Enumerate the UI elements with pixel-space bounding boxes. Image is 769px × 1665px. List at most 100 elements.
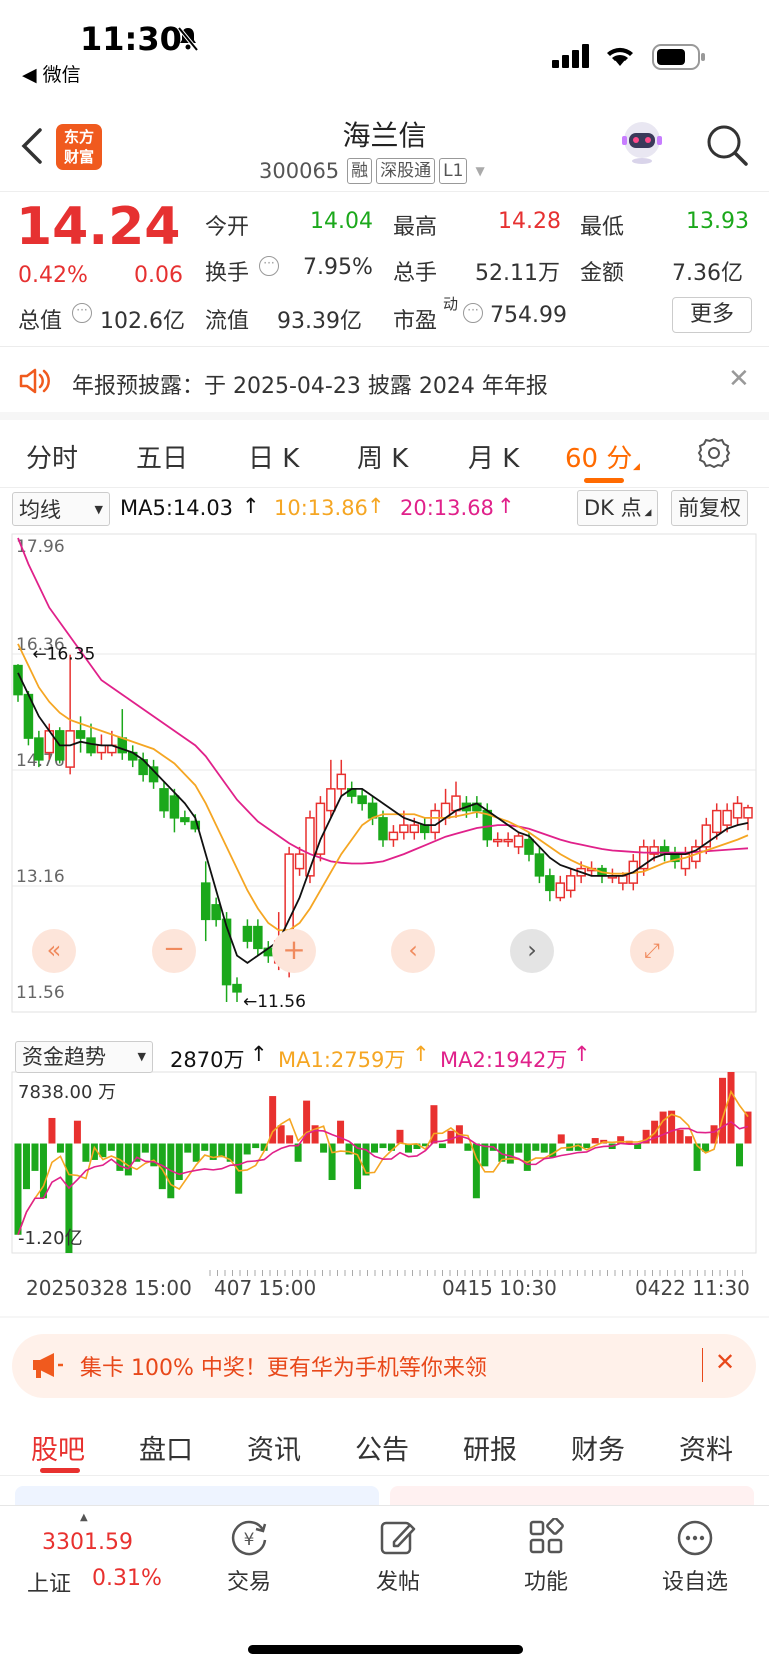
back-to-wechat[interactable]: ◀ 微信: [22, 60, 81, 87]
card-peek-right: [390, 1486, 754, 1506]
fund-bar: [201, 1143, 209, 1151]
zoom-in-icon[interactable]: +: [272, 929, 316, 973]
tab-profile[interactable]: 资料: [679, 1428, 733, 1467]
caret-down-icon[interactable]: ▼: [475, 164, 484, 178]
tab-research[interactable]: 研报: [463, 1428, 517, 1467]
up-arrow-icon: ↑: [367, 494, 385, 518]
candle-body: [232, 983, 242, 993]
open-label: 今开: [205, 215, 250, 240]
close-icon[interactable]: ✕: [715, 1348, 735, 1376]
scroll-left-icon[interactable]: ‹: [391, 929, 435, 973]
add-watchlist-button[interactable]: 设自选: [640, 1518, 750, 1596]
caret-up-icon[interactable]: ▲: [80, 1512, 88, 1523]
last-price: 14.24: [16, 197, 181, 257]
tag-connect: 深股通: [376, 158, 436, 184]
fund-top-label: 7838.00 万: [18, 1082, 117, 1103]
scroll-left-fast-icon[interactable]: «: [32, 929, 76, 973]
open-value: 14.04: [310, 209, 373, 234]
settings-gear-icon[interactable]: [697, 436, 731, 474]
turnover-label: 换手: [205, 261, 250, 286]
fund-bar: [82, 1143, 90, 1162]
fund-bar: [337, 1120, 345, 1144]
promo-banner[interactable]: 集卡 100% 中奖！更有华为手机等你来领 ✕: [12, 1334, 756, 1398]
candle-body: [75, 730, 86, 739]
dk-point-button[interactable]: DK 点 ◢: [577, 490, 659, 526]
tab-5day[interactable]: 五日: [136, 438, 188, 475]
candle-body: [451, 795, 461, 812]
candle-body: [711, 809, 722, 834]
ma5-legend: MA5:14.03: [120, 496, 234, 520]
index-name[interactable]: 上证: [27, 1566, 71, 1598]
robot-assistant-icon[interactable]: [618, 118, 666, 170]
mute-bell-icon: [176, 26, 200, 56]
candle-body: [211, 904, 221, 921]
info-dots-icon[interactable]: ···: [463, 303, 483, 323]
bottom-toolbar: ▲ 3301.59 上证 0.31% ¥ 交易 发帖 功能 设自选: [0, 1505, 769, 1665]
adjust-select-button[interactable]: 前复权: [671, 490, 748, 526]
signal-icon: [552, 44, 592, 72]
y-tick-label: 13.16: [16, 867, 65, 887]
fund-bar: [252, 1143, 260, 1149]
index-change[interactable]: 0.31%: [92, 1566, 162, 1591]
fund-bar: [515, 1143, 523, 1153]
fund-bar: [14, 1143, 22, 1235]
tab-forum[interactable]: 股吧: [31, 1428, 85, 1467]
pe-superscript: 动: [443, 295, 459, 313]
info-dots-icon[interactable]: ···: [72, 303, 92, 323]
tab-daily-k[interactable]: 日 K: [248, 438, 299, 475]
candle-body: [503, 838, 513, 843]
candle-body: [200, 882, 211, 921]
candle-body: [357, 795, 367, 805]
candle-body: [732, 802, 743, 819]
low-annotation: ←11.56: [243, 992, 306, 1012]
candle-body: [409, 824, 420, 834]
up-arrow-icon: ↑: [412, 1042, 430, 1066]
fund-value: 2870万: [170, 1048, 245, 1072]
more-button[interactable]: 更多: [672, 297, 752, 333]
candle-body: [513, 835, 524, 848]
candle-body: [96, 744, 107, 754]
fund-ma2: MA2:1942万: [440, 1048, 568, 1072]
fullscreen-icon[interactable]: ⤢: [630, 929, 674, 973]
candle-body: [65, 730, 75, 768]
search-icon[interactable]: [704, 122, 750, 172]
functions-button[interactable]: 功能: [491, 1517, 601, 1596]
post-button[interactable]: 发帖: [343, 1518, 453, 1596]
tab-news[interactable]: 资讯: [247, 1428, 301, 1467]
ma-select[interactable]: 均线 ▼: [12, 492, 110, 526]
tab-weekly-k[interactable]: 周 K: [357, 438, 408, 475]
zoom-out-icon[interactable]: −: [152, 929, 196, 973]
fund-ma2-line: [17, 1120, 749, 1236]
up-arrow-icon: ↑: [250, 1042, 268, 1066]
notice-bar[interactable]: 年报预披露：于 2025-04-23 披露 2024 年年报 ✕: [0, 348, 769, 420]
tab-60min[interactable]: 60 分: [565, 438, 632, 475]
fund-select[interactable]: 资金趋势 ▼: [15, 1041, 153, 1073]
ma-select-label: 均线: [19, 498, 61, 522]
mktcap-label: 总值: [18, 309, 63, 334]
fund-bar: [73, 1120, 81, 1144]
candle-body: [169, 795, 180, 819]
candle-body: [534, 853, 545, 877]
tab-announcements[interactable]: 公告: [355, 1428, 409, 1467]
candle-body: [430, 809, 440, 834]
svg-text:¥: ¥: [244, 1530, 255, 1550]
fund-bar: [438, 1143, 446, 1149]
candle-body: [34, 737, 44, 761]
close-icon[interactable]: ✕: [728, 364, 750, 394]
fund-bar: [506, 1143, 514, 1164]
tab-orderbook[interactable]: 盘口: [139, 1428, 193, 1467]
trade-button[interactable]: ¥ 交易: [194, 1518, 304, 1596]
index-value[interactable]: 3301.59: [42, 1530, 133, 1555]
scroll-right-icon[interactable]: ›: [510, 929, 554, 973]
pe-label: 市盈: [393, 309, 438, 334]
tab-monthly-k[interactable]: 月 K: [468, 438, 519, 475]
pe-value: 754.99: [490, 303, 567, 328]
candle-body: [545, 875, 555, 892]
info-dots-icon[interactable]: ···: [259, 256, 279, 276]
tab-finance[interactable]: 财务: [571, 1428, 625, 1467]
fund-bar: [532, 1143, 540, 1151]
candle-body: [492, 838, 503, 843]
fund-bar: [371, 1143, 379, 1153]
kline-chart[interactable]: 17.9616.3614.7613.1611.56←16.35←11.56: [0, 528, 769, 1318]
tab-intraday[interactable]: 分时: [26, 438, 78, 475]
